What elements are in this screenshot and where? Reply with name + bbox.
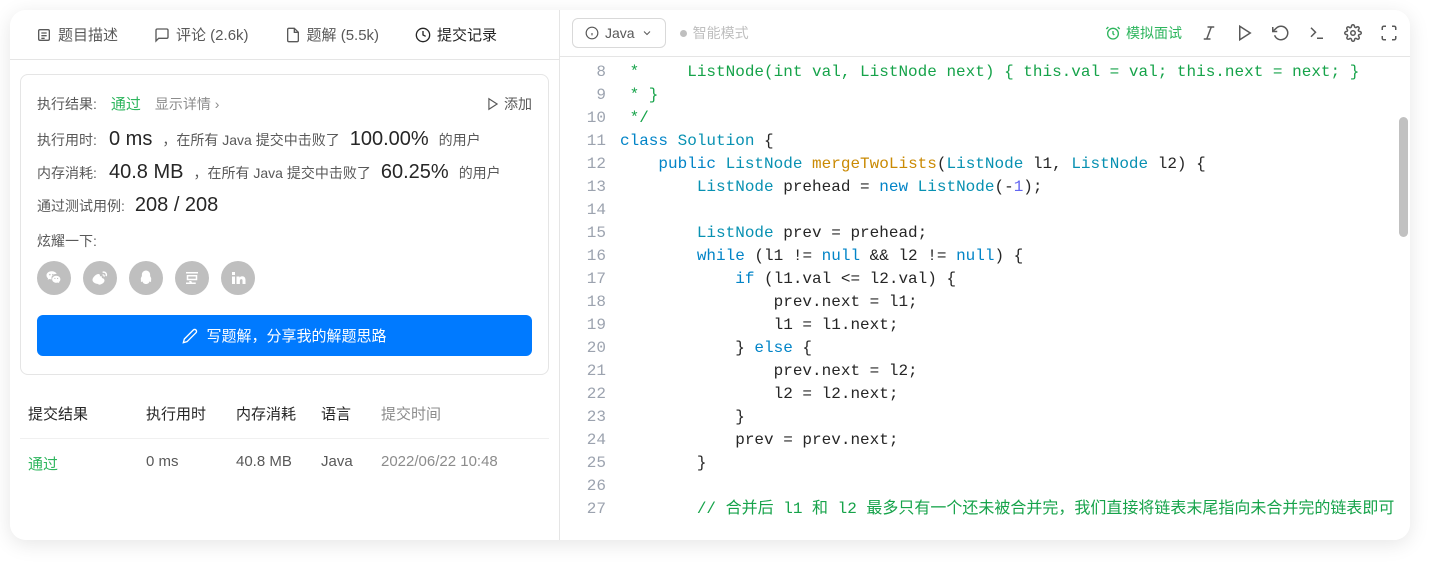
- memory-value: 40.8 MB: [109, 161, 183, 184]
- tab-submissions[interactable]: 提交记录: [397, 10, 515, 59]
- line-gutter: 89101112131415161718192021222324252627: [560, 57, 620, 540]
- runtime-value: 0 ms: [109, 128, 152, 151]
- table-row[interactable]: 通过0 ms40.8 MBJava2022/06/22 10:48: [20, 439, 549, 488]
- col-lang-header: 语言: [321, 403, 381, 424]
- result-card: 执行结果: 通过 显示详情 › 添加 执行用时: 0 ms ，在所有 Java …: [20, 74, 549, 375]
- stat-label: 执行用时:: [37, 130, 99, 150]
- stat-text: 的用户: [459, 163, 501, 183]
- stat-text: ，在所有 Java 提交中击败了: [162, 130, 339, 150]
- cell-mem: 40.8 MB: [236, 453, 321, 474]
- col-mem-header: 内存消耗: [236, 403, 321, 424]
- gear-icon[interactable]: [1344, 24, 1362, 42]
- qq-share-icon[interactable]: [129, 261, 163, 295]
- description-icon: [36, 27, 52, 43]
- wechat-share-icon[interactable]: [37, 261, 71, 295]
- mock-interview-label: 模拟面试: [1126, 23, 1182, 43]
- cell-result: 通过: [28, 453, 146, 474]
- runtime-stat: 执行用时: 0 ms ，在所有 Java 提交中击败了 100.00% 的用户: [37, 128, 532, 151]
- smart-mode-label: 智能模式: [693, 23, 749, 43]
- tab-comments[interactable]: 评论 (2.6k): [136, 10, 267, 59]
- cell-time: 0 ms: [146, 453, 236, 474]
- tab-label: 题目描述: [58, 24, 118, 45]
- dot-icon: [680, 30, 687, 37]
- result-header-left: 执行结果: 通过 显示详情 ›: [37, 93, 219, 114]
- write-button-label: 写题解，分享我的解题思路: [206, 325, 386, 346]
- tests-value: 208 / 208: [135, 194, 218, 217]
- reset-icon[interactable]: [1272, 24, 1290, 42]
- col-result-header: 提交结果: [28, 403, 146, 424]
- tab-description[interactable]: 题目描述: [18, 10, 136, 59]
- stat-label: 通过测试用例:: [37, 196, 125, 216]
- write-solution-button[interactable]: 写题解，分享我的解题思路: [37, 315, 532, 356]
- play-icon: [486, 97, 500, 111]
- alarm-icon: [1105, 25, 1121, 41]
- add-label: 添加: [504, 94, 532, 114]
- smart-mode[interactable]: 智能模式: [680, 23, 749, 43]
- code-content[interactable]: * ListNode(int val, ListNode next) { thi…: [620, 57, 1410, 540]
- stat-text: 的用户: [439, 130, 481, 150]
- stat-label: 内存消耗:: [37, 163, 99, 183]
- history-header: 提交结果 执行用时 内存消耗 语言 提交时间: [20, 389, 549, 439]
- problem-tabs: 题目描述 评论 (2.6k) 题解 (5.5k) 提交记录: [10, 10, 559, 60]
- tab-label: 评论 (2.6k): [176, 24, 249, 45]
- solutions-icon: [285, 27, 301, 43]
- tab-label: 提交记录: [437, 24, 497, 45]
- editor-tools: 模拟面试: [1105, 23, 1398, 43]
- play-icon[interactable]: [1236, 24, 1254, 42]
- col-date-header: 提交时间: [381, 403, 541, 424]
- info-icon: [585, 26, 599, 40]
- weibo-share-icon[interactable]: [83, 261, 117, 295]
- tests-stat: 通过测试用例: 208 / 208: [37, 194, 532, 217]
- editor-header: Java 智能模式 模拟面试: [560, 10, 1410, 57]
- code-editor[interactable]: 89101112131415161718192021222324252627 *…: [560, 57, 1410, 540]
- tab-solutions[interactable]: 题解 (5.5k): [267, 10, 398, 59]
- right-panel: Java 智能模式 模拟面试 89101112131415: [560, 10, 1410, 540]
- tab-label: 题解 (5.5k): [307, 24, 380, 45]
- show-detail-link[interactable]: 显示详情 ›: [155, 94, 220, 114]
- vertical-scrollbar[interactable]: [1399, 117, 1408, 237]
- col-time-header: 执行用时: [146, 403, 236, 424]
- runtime-percent: 100.00%: [350, 128, 429, 151]
- cell-lang: Java: [321, 453, 381, 474]
- comments-icon: [154, 27, 170, 43]
- memory-stat: 内存消耗: 40.8 MB ，在所有 Java 提交中击败了 60.25% 的用…: [37, 161, 532, 184]
- share-label: 炫耀一下:: [37, 231, 532, 251]
- result-label: 执行结果:: [37, 94, 97, 114]
- cell-date: 2022/06/22 10:48: [381, 453, 541, 474]
- result-header: 执行结果: 通过 显示详情 › 添加: [37, 93, 532, 114]
- linkedin-share-icon[interactable]: [221, 261, 255, 295]
- history-icon: [415, 27, 431, 43]
- stat-text: ，在所有 Java 提交中击败了: [193, 163, 370, 183]
- pen-icon: [182, 328, 198, 344]
- add-button[interactable]: 添加: [486, 94, 532, 114]
- fullscreen-icon[interactable]: [1380, 24, 1398, 42]
- chevron-down-icon: [641, 27, 653, 39]
- status-badge: 通过: [111, 93, 141, 114]
- left-panel: 题目描述 评论 (2.6k) 题解 (5.5k) 提交记录 执行结果: 通过 显…: [10, 10, 560, 540]
- language-select[interactable]: Java: [572, 18, 666, 48]
- history-table: 提交结果 执行用时 内存消耗 语言 提交时间 通过0 ms40.8 MBJava…: [20, 389, 549, 488]
- terminal-icon[interactable]: [1308, 24, 1326, 42]
- info-italic-icon[interactable]: [1200, 24, 1218, 42]
- memory-percent: 60.25%: [381, 161, 449, 184]
- share-icons: [37, 261, 532, 295]
- app-window: 题目描述 评论 (2.6k) 题解 (5.5k) 提交记录 执行结果: 通过 显…: [10, 10, 1410, 540]
- mock-interview-button[interactable]: 模拟面试: [1105, 23, 1182, 43]
- douban-share-icon[interactable]: [175, 261, 209, 295]
- language-label: Java: [605, 25, 635, 41]
